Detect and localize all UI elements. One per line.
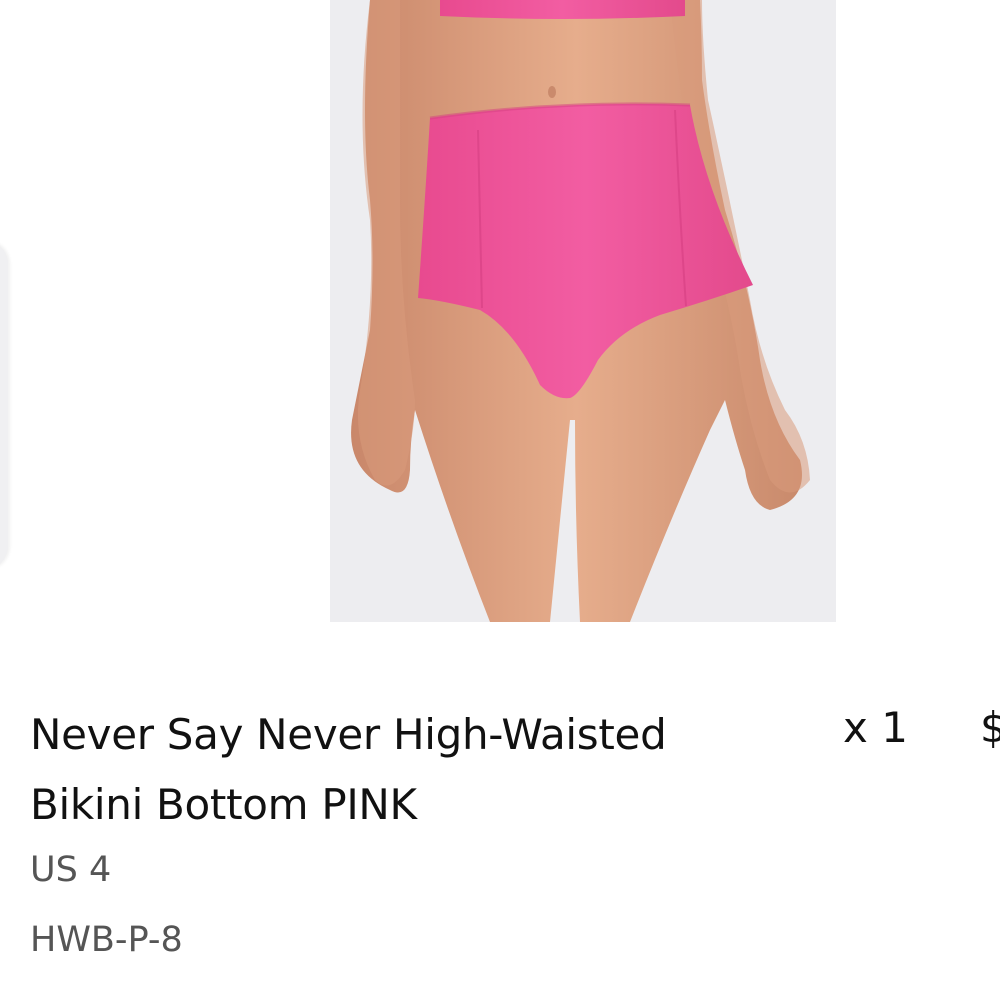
previous-image-edge[interactable] — [0, 240, 8, 570]
variant-size-label: US 4 — [30, 850, 112, 890]
product-image[interactable] — [330, 0, 836, 622]
price-label: $ — [980, 703, 1000, 752]
cart-item-view: Never Say Never High-Waisted Bikini Bott… — [0, 0, 1000, 1000]
product-name-line-1: Never Say Never High-Waisted — [30, 710, 667, 759]
sku-label: HWB-P-8 — [30, 920, 183, 960]
product-photo-illustration — [351, 0, 810, 622]
navel — [548, 86, 556, 98]
bikini-top-band — [440, 0, 685, 19]
product-name[interactable]: Never Say Never High-Waisted Bikini Bott… — [30, 700, 710, 840]
product-name-line-2: Bikini Bottom PINK — [30, 780, 417, 829]
quantity-label: x 1 — [843, 703, 908, 752]
